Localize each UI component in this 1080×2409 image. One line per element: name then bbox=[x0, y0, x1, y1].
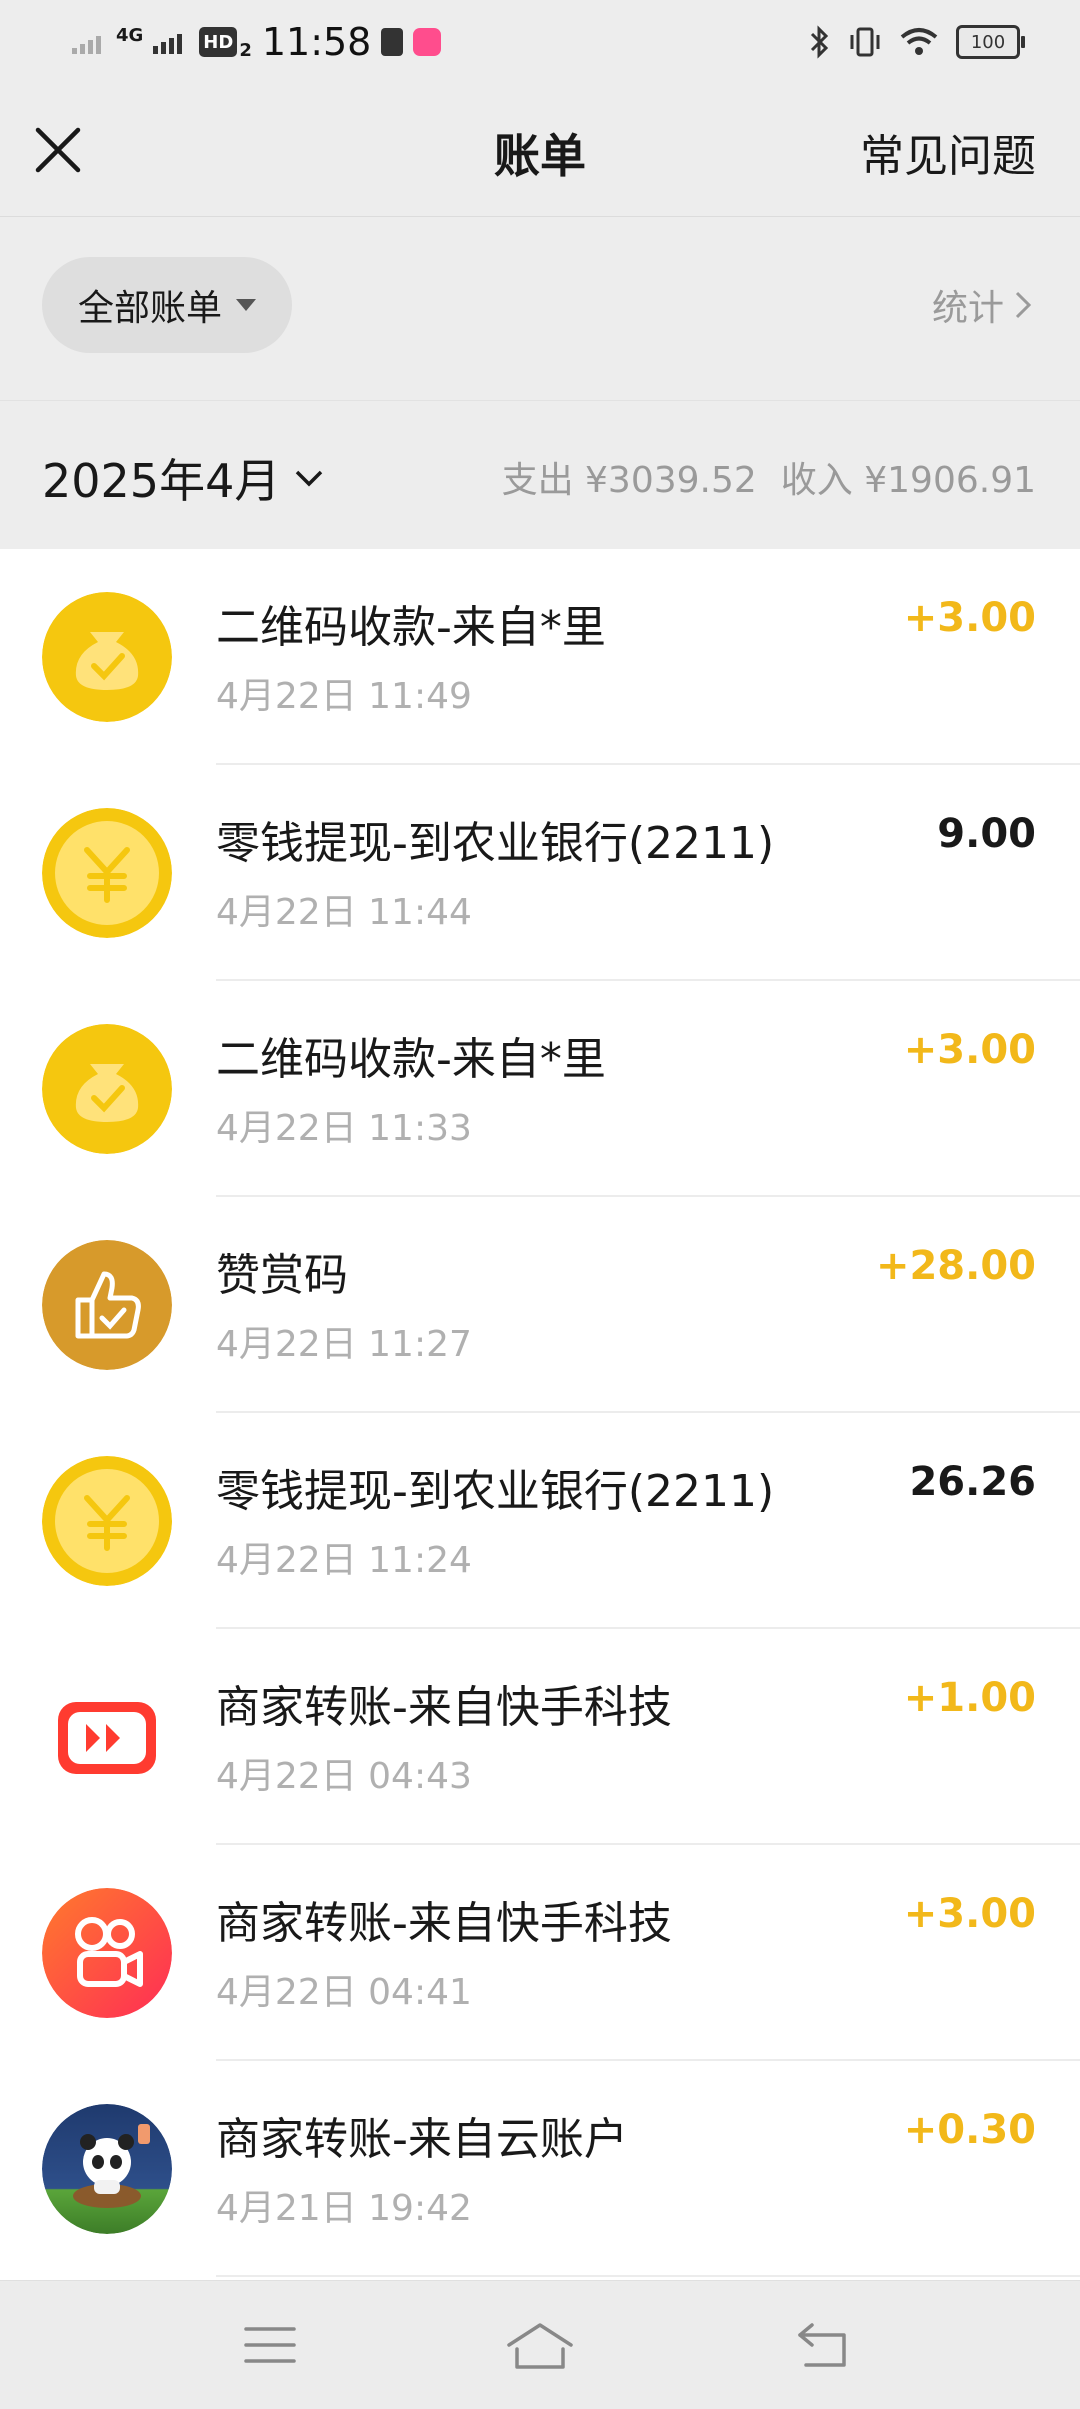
transaction-title: 零钱提现-到农业银行(2211) bbox=[216, 1466, 775, 1517]
hd-label: HD bbox=[203, 31, 234, 53]
transaction-time: 4月21日 19:42 bbox=[216, 2188, 472, 2229]
transaction-amount: 26.26 bbox=[909, 1459, 1036, 1505]
transaction-title: 商家转账-来自快手科技 bbox=[216, 1682, 672, 1733]
month-picker[interactable]: 2025年4月 bbox=[42, 445, 324, 511]
status-right: 100 bbox=[808, 14, 1025, 70]
menu-icon[interactable] bbox=[240, 2315, 300, 2375]
kuaishou-logo-icon bbox=[42, 1888, 172, 2018]
transaction-title: 二维码收款-来自*里 bbox=[216, 602, 606, 653]
statistics-label: 统计 bbox=[931, 288, 1004, 329]
month-label: 2025年4月 bbox=[42, 454, 281, 508]
income-total: 收入 ¥1906.91 bbox=[780, 460, 1036, 501]
transaction-time: 4月22日 11:24 bbox=[216, 1540, 472, 1581]
battery-icon: 100 bbox=[956, 25, 1025, 59]
bill-type-filter-label: 全部账单 bbox=[77, 288, 222, 329]
signal-strength-icon-2 bbox=[153, 34, 183, 54]
transaction-row[interactable]: 二维码收款-来自*里 4月22日 11:33 +3.00 bbox=[0, 981, 1080, 1197]
transaction-row[interactable]: 赞赏码 4月22日 11:27 +28.00 bbox=[0, 1197, 1080, 1413]
transaction-row[interactable]: 二维码收款-来自*里 4月22日 11:49 +3.00 bbox=[0, 549, 1080, 765]
system-nav-bar bbox=[0, 2280, 1080, 2409]
signal-strength-icon bbox=[72, 36, 101, 54]
transaction-title: 二维码收款-来自*里 bbox=[216, 1034, 606, 1085]
transaction-row[interactable]: 商家转账-来自云账户 4月21日 19:42 +0.30 bbox=[0, 2061, 1080, 2277]
filter-row: 全部账单 统计 bbox=[0, 217, 1080, 399]
app-notification-icon bbox=[413, 28, 442, 56]
expense-total: 支出 ¥3039.52 bbox=[501, 460, 757, 501]
transaction-title: 赞赏码 bbox=[216, 1250, 348, 1301]
bill-type-filter-button[interactable]: 全部账单 bbox=[42, 257, 292, 353]
network-type-label: 4G bbox=[116, 24, 144, 46]
thumbs-up-icon bbox=[42, 1240, 172, 1370]
status-time: 11:58 bbox=[261, 20, 372, 64]
transaction-time: 4月22日 11:27 bbox=[216, 1324, 472, 1365]
dropdown-triangle-icon bbox=[236, 299, 256, 311]
yuan-coin-icon bbox=[42, 808, 172, 938]
transaction-amount: +0.30 bbox=[903, 2107, 1036, 2153]
transaction-title: 商家转账-来自云账户 bbox=[216, 2114, 628, 2165]
transaction-title: 零钱提现-到农业银行(2211) bbox=[216, 818, 775, 869]
transaction-time: 4月22日 11:33 bbox=[216, 1108, 472, 1149]
transaction-time: 4月22日 11:49 bbox=[216, 676, 472, 717]
chevron-right-icon bbox=[1015, 291, 1032, 319]
transaction-amount: +3.00 bbox=[903, 1891, 1036, 1937]
transaction-amount: +1.00 bbox=[903, 1675, 1036, 1721]
row-divider bbox=[216, 2275, 1080, 2277]
transaction-row[interactable]: 零钱提现-到农业银行(2211) 4月22日 11:44 9.00 bbox=[0, 765, 1080, 981]
statistics-link[interactable]: 统计 bbox=[932, 279, 1032, 331]
panda-avatar-icon bbox=[42, 2104, 172, 2234]
transaction-row[interactable]: 商家转账-来自快手科技 4月22日 04:41 +3.00 bbox=[0, 1845, 1080, 2061]
kuaishou-play-icon bbox=[42, 1672, 172, 1802]
month-summary-row: 2025年4月 支出 ¥3039.52 收入 ¥1906.91 bbox=[0, 400, 1080, 549]
status-bar: 4G HD 2 11:58 100 bbox=[0, 0, 1080, 84]
transaction-time: 4月22日 04:41 bbox=[216, 1972, 472, 2013]
chevron-down-icon bbox=[296, 470, 323, 487]
hd-sub-label: 2 bbox=[239, 39, 252, 61]
battery-level: 100 bbox=[970, 31, 1006, 53]
status-left: 4G HD 2 11:58 bbox=[72, 14, 442, 70]
wifi-icon bbox=[900, 28, 938, 55]
month-totals: 支出 ¥3039.52 收入 ¥1906.91 bbox=[502, 451, 1036, 503]
bluetooth-icon bbox=[810, 25, 829, 59]
qr-money-bag-icon bbox=[42, 1024, 172, 1154]
transaction-amount: +28.00 bbox=[875, 1243, 1036, 1289]
qr-money-bag-icon bbox=[42, 592, 172, 722]
yuan-coin-icon bbox=[42, 1456, 172, 1586]
transaction-amount: +3.00 bbox=[903, 1027, 1036, 1073]
top-navbar: 账单 常见问题 bbox=[0, 84, 1080, 217]
transaction-title: 商家转账-来自快手科技 bbox=[216, 1898, 672, 1949]
hd-voice-icon: HD bbox=[199, 27, 238, 57]
faq-link[interactable]: 常见问题 bbox=[860, 120, 1036, 184]
clipboard-check-icon bbox=[381, 28, 404, 56]
transaction-amount: 9.00 bbox=[937, 811, 1036, 857]
transaction-time: 4月22日 04:43 bbox=[216, 1756, 472, 1797]
back-icon[interactable] bbox=[792, 2315, 852, 2375]
vibrate-icon bbox=[850, 27, 880, 57]
transaction-row[interactable]: 零钱提现-到农业银行(2211) 4月22日 11:24 26.26 bbox=[0, 1413, 1080, 1629]
transaction-time: 4月22日 11:44 bbox=[216, 892, 472, 933]
transaction-amount: +3.00 bbox=[903, 595, 1036, 641]
transaction-list: 二维码收款-来自*里 4月22日 11:49 +3.00 零钱提现-到农业银行(… bbox=[0, 549, 1080, 2280]
transaction-row[interactable]: 商家转账-来自快手科技 4月22日 04:43 +1.00 bbox=[0, 1629, 1080, 1845]
home-icon[interactable] bbox=[505, 2315, 575, 2375]
